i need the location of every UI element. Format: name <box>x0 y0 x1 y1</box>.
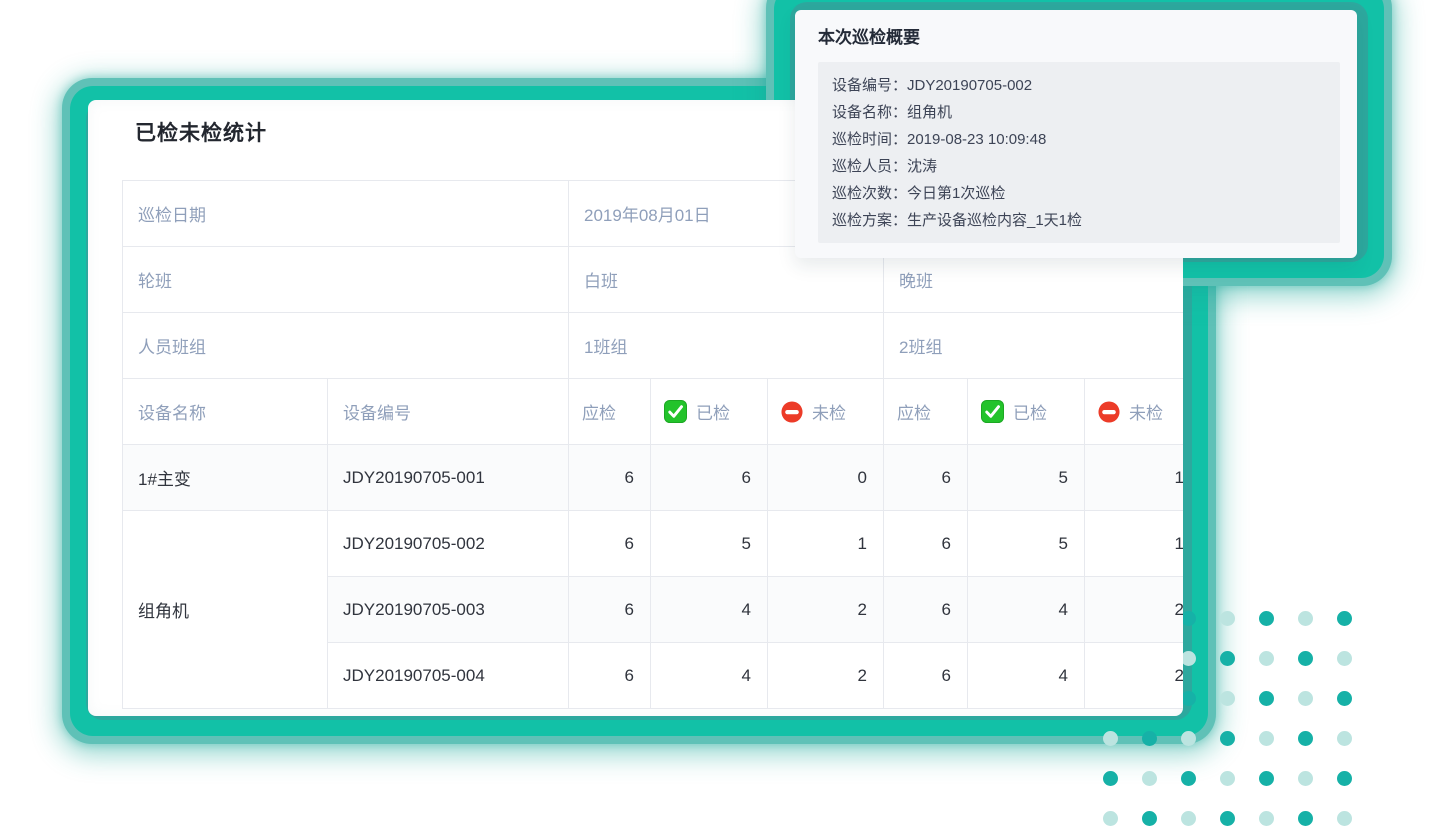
column-header-unchecked-label: 未检 <box>1129 399 1163 424</box>
decorative-dot <box>1259 811 1274 826</box>
decorative-dot <box>1298 611 1313 626</box>
column-header-unchecked: 未检 <box>768 379 884 445</box>
decorative-dot <box>1337 691 1352 706</box>
column-header-unchecked-label: 未检 <box>812 399 846 424</box>
unchecked-count: 1 <box>1085 445 1184 511</box>
decorative-dot <box>1337 811 1352 826</box>
decorative-dot <box>1298 811 1313 826</box>
decorative-dot <box>1298 771 1313 786</box>
checked-count: 5 <box>968 511 1085 577</box>
decorative-dot <box>1259 771 1274 786</box>
decorative-dot <box>1220 611 1235 626</box>
table-row: 1#主变 JDY20190705-001 6 6 0 6 5 1 <box>123 445 1184 511</box>
column-header-checked-label: 已检 <box>1013 399 1047 424</box>
decorative-dot <box>1298 691 1313 706</box>
device-name-cell: 1#主变 <box>123 445 328 511</box>
required-count: 6 <box>884 643 968 709</box>
decorative-dot <box>1298 731 1313 746</box>
summary-line-inspection-time: 巡检时间：2019-08-23 10:09:48 <box>832 126 1326 153</box>
column-header-checked-label: 已检 <box>696 399 730 424</box>
column-header-unchecked: 未检 <box>1085 379 1184 445</box>
summary-line-inspection-plan: 巡检方案：生产设备巡检内容_1天1检 <box>832 207 1326 234</box>
column-header-device-code: 设备编号 <box>328 379 569 445</box>
required-count: 6 <box>569 445 651 511</box>
unchecked-count: 2 <box>1085 643 1184 709</box>
required-count: 6 <box>884 511 968 577</box>
checked-count: 4 <box>651 643 768 709</box>
device-name-cell: 组角机 <box>123 511 328 709</box>
unchecked-icon <box>781 401 803 423</box>
decorative-dot <box>1220 731 1235 746</box>
decorative-dot <box>1337 651 1352 666</box>
decorative-dot <box>1142 811 1157 826</box>
info-label: 人员班组 <box>123 313 569 379</box>
decorative-dot <box>1298 651 1313 666</box>
decorative-dot <box>1220 771 1235 786</box>
unchecked-count: 2 <box>1085 577 1184 643</box>
device-code-cell: JDY20190705-004 <box>328 643 569 709</box>
screen: 已检未检统计 巡检日期 2019年08月01日 轮班 白班 晚班 <box>0 0 1444 828</box>
required-count: 6 <box>569 577 651 643</box>
decorative-dot <box>1103 771 1118 786</box>
column-header-required: 应检 <box>884 379 968 445</box>
unchecked-count: 0 <box>768 445 884 511</box>
column-header-checked: 已检 <box>968 379 1085 445</box>
summary-line-device-code: 设备编号：JDY20190705-002 <box>832 72 1326 99</box>
decorative-dot <box>1259 691 1274 706</box>
unchecked-icon <box>1098 401 1120 423</box>
table-row: 组角机 JDY20190705-002 6 5 1 6 5 1 <box>123 511 1184 577</box>
info-row-team: 人员班组 1班组 2班组 <box>123 313 1184 379</box>
column-header-device-name: 设备名称 <box>123 379 328 445</box>
inspection-summary-card: 本次巡检概要 设备编号：JDY20190705-002 设备名称：组角机 巡检时… <box>795 10 1357 258</box>
column-header-required: 应检 <box>569 379 651 445</box>
decorative-dot <box>1103 811 1118 826</box>
decorative-dot <box>1220 691 1235 706</box>
decorative-dot <box>1259 731 1274 746</box>
checked-count: 6 <box>651 445 768 511</box>
checked-count: 4 <box>968 577 1085 643</box>
info-label: 巡检日期 <box>123 181 569 247</box>
checked-icon <box>981 400 1004 423</box>
required-count: 6 <box>884 577 968 643</box>
device-table-header-row: 设备名称 设备编号 应检 已检 <box>123 379 1184 445</box>
info-value: 2班组 <box>884 313 1184 379</box>
device-code-cell: JDY20190705-001 <box>328 445 569 511</box>
checked-count: 5 <box>968 445 1085 511</box>
unchecked-count: 1 <box>768 511 884 577</box>
decorative-dot <box>1181 811 1196 826</box>
device-code-cell: JDY20190705-002 <box>328 511 569 577</box>
summary-line-inspector: 巡检人员：沈涛 <box>832 153 1326 180</box>
decorative-dot <box>1259 611 1274 626</box>
unchecked-count: 2 <box>768 643 884 709</box>
decorative-dot <box>1181 771 1196 786</box>
checked-count: 5 <box>651 511 768 577</box>
decorative-dot <box>1337 771 1352 786</box>
decorative-dot <box>1142 771 1157 786</box>
summary-title: 本次巡检概要 <box>818 23 920 48</box>
checked-count: 4 <box>968 643 1085 709</box>
unchecked-count: 2 <box>768 577 884 643</box>
summary-line-device-name: 设备名称：组角机 <box>832 99 1326 126</box>
device-code-cell: JDY20190705-003 <box>328 577 569 643</box>
page-title: 已检未检统计 <box>135 117 267 147</box>
decorative-dot <box>1337 731 1352 746</box>
summary-panel: 设备编号：JDY20190705-002 设备名称：组角机 巡检时间：2019-… <box>818 62 1340 243</box>
decorative-dot <box>1220 651 1235 666</box>
decorative-dot <box>1337 611 1352 626</box>
required-count: 6 <box>884 445 968 511</box>
info-label: 轮班 <box>123 247 569 313</box>
required-count: 6 <box>569 643 651 709</box>
unchecked-count: 1 <box>1085 511 1184 577</box>
info-value: 1班组 <box>569 313 884 379</box>
decorative-dot <box>1259 651 1274 666</box>
statistics-table-container: 巡检日期 2019年08月01日 轮班 白班 晚班 人员班组 1班组 2班组 设… <box>122 180 1183 716</box>
checked-count: 4 <box>651 577 768 643</box>
decorative-dot <box>1220 811 1235 826</box>
summary-line-inspection-count: 巡检次数：今日第1次巡检 <box>832 180 1326 207</box>
statistics-table: 巡检日期 2019年08月01日 轮班 白班 晚班 人员班组 1班组 2班组 设… <box>122 180 1183 709</box>
required-count: 6 <box>569 511 651 577</box>
column-header-checked: 已检 <box>651 379 768 445</box>
checked-icon <box>664 400 687 423</box>
